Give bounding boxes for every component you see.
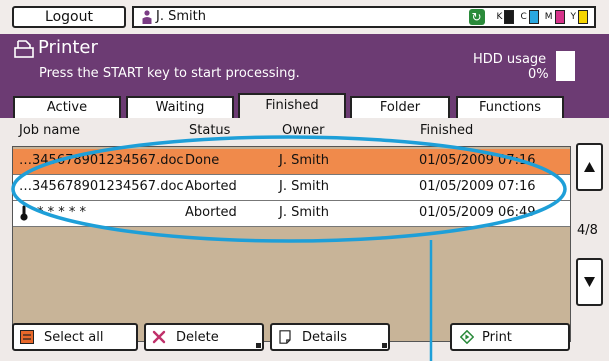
hdd-usage-value: 0% <box>528 67 549 82</box>
tab-functions[interactable]: Functions <box>456 96 564 118</box>
select-all-button[interactable]: Select all <box>12 323 138 351</box>
page-indicator: 4/8 <box>577 223 598 238</box>
tab-strip: Active Waiting Finished Folder Functions <box>0 90 609 118</box>
tab-waiting[interactable]: Waiting <box>126 96 234 118</box>
print-label: Print <box>482 330 512 345</box>
hdd-usage-label: HDD usage <box>473 52 547 67</box>
toner-c: C <box>520 10 539 24</box>
document-icon <box>279 330 291 344</box>
toner-levels: ↻ K C M Y <box>468 9 588 25</box>
start-diamond-icon <box>460 330 474 344</box>
job-list-area: Job name Status Owner Finished …34567890… <box>0 118 609 361</box>
printer-screen: Logout J. Smith ↻ K C M Y Printer Press … <box>0 0 609 361</box>
delete-button[interactable]: Delete <box>144 323 264 351</box>
toner-k-label: K <box>496 12 503 22</box>
job-owner-cell: J. Smith <box>279 179 329 194</box>
table-row[interactable]: …345678901234567.doc Aborted J. Smith 01… <box>13 175 570 201</box>
triangle-down-icon <box>584 277 595 287</box>
app-title: Printer <box>38 37 98 58</box>
table-row[interactable]: …345678901234567.doc Done J. Smith 01/05… <box>13 149 570 175</box>
select-all-label: Select all <box>44 330 104 345</box>
details-label: Details <box>302 330 348 345</box>
toner-m-bar <box>554 10 565 24</box>
print-button[interactable]: Print <box>450 323 570 351</box>
top-bar: Logout J. Smith ↻ K C M Y <box>0 0 609 34</box>
logout-button[interactable]: Logout <box>12 6 126 28</box>
job-status-cell: Done <box>185 153 220 168</box>
job-name-cell: …345678901234567.doc <box>19 179 184 194</box>
job-owner-cell: J. Smith <box>279 205 329 220</box>
user-status-box: J. Smith ↻ K C M Y <box>132 6 596 28</box>
tab-active[interactable]: Active <box>13 96 121 118</box>
job-finished-cell: 01/05/2009 07:16 <box>419 153 536 168</box>
scroll-down-button[interactable] <box>576 258 603 306</box>
secure-print-icon <box>20 205 28 221</box>
delete-label: Delete <box>176 330 219 345</box>
scroll-up-button[interactable] <box>576 143 603 191</box>
table-row[interactable]: * * * * * Aborted J. Smith 01/05/2009 06… <box>13 201 570 227</box>
app-header: Printer Press the START key to start pro… <box>0 34 609 90</box>
toner-m-label: M <box>544 12 553 22</box>
job-table: …345678901234567.doc Done J. Smith 01/05… <box>12 146 571 342</box>
submenu-corner-icon <box>382 343 387 348</box>
hdd-usage-bar <box>556 51 575 81</box>
recycle-icon: ↻ <box>468 9 485 25</box>
column-header-status: Status <box>189 123 231 138</box>
submenu-corner-icon <box>256 343 261 348</box>
job-finished-cell: 01/05/2009 06:49 <box>419 205 536 220</box>
toner-m: M <box>545 10 565 24</box>
toner-y: Y <box>570 10 588 24</box>
toner-y-bar <box>578 10 588 24</box>
toner-k-bar <box>504 10 515 24</box>
toner-y-label: Y <box>570 12 577 22</box>
job-owner-cell: J. Smith <box>279 153 329 168</box>
toner-c-label: C <box>520 12 527 22</box>
toner-k: K <box>497 10 515 24</box>
status-message: Press the START key to start processing. <box>39 66 300 81</box>
column-header-owner: Owner <box>282 123 325 138</box>
job-name-cell: * * * * * <box>37 205 87 220</box>
tab-finished[interactable]: Finished <box>238 93 346 118</box>
column-header-finished: Finished <box>420 123 474 138</box>
column-header-job-name: Job name <box>19 123 81 138</box>
job-finished-cell: 01/05/2009 07:16 <box>419 179 536 194</box>
select-all-icon <box>20 330 34 344</box>
details-button[interactable]: Details <box>270 323 390 351</box>
job-status-cell: Aborted <box>185 179 237 194</box>
job-name-cell: …345678901234567.doc <box>19 153 184 168</box>
user-name: J. Smith <box>156 9 206 24</box>
delete-x-icon <box>152 330 166 344</box>
user-icon <box>142 10 152 24</box>
job-status-cell: Aborted <box>185 205 237 220</box>
toner-c-bar <box>528 10 539 24</box>
tab-folder[interactable]: Folder <box>350 96 450 118</box>
triangle-up-icon <box>584 162 595 172</box>
printer-icon <box>14 40 34 58</box>
